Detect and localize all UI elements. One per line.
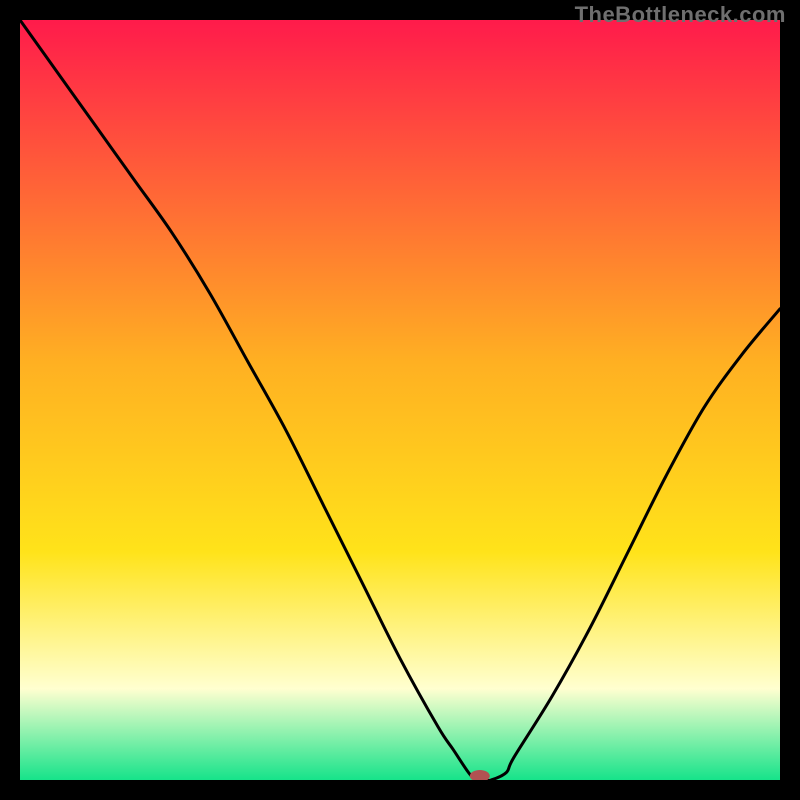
gradient-background <box>20 20 780 780</box>
plot-svg <box>20 20 780 780</box>
watermark-label: TheBottleneck.com <box>575 2 786 28</box>
plot-area <box>20 20 780 780</box>
chart-stage: TheBottleneck.com <box>0 0 800 800</box>
